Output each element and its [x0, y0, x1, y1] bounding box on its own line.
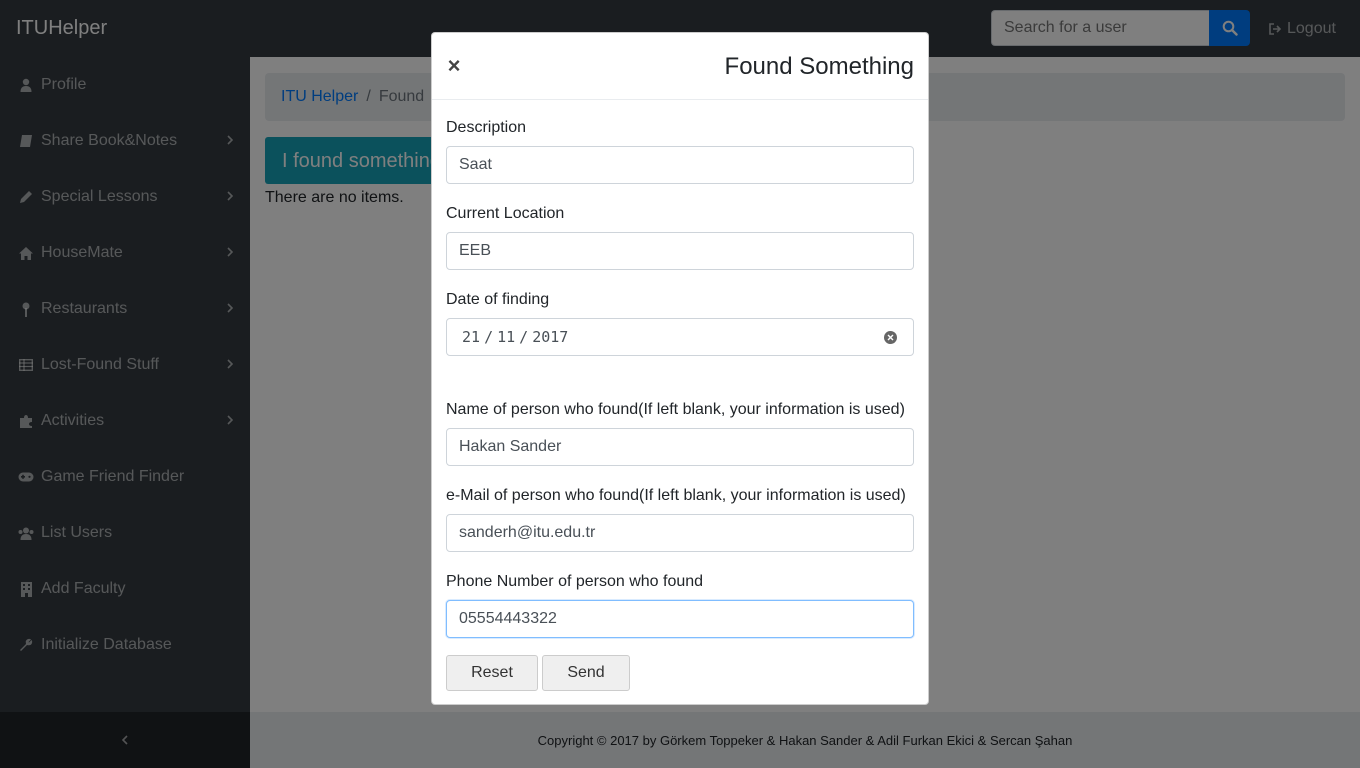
date-separator: / — [519, 328, 529, 346]
email-label: e-Mail of person who found(If left blank… — [446, 487, 906, 504]
description-field[interactable] — [446, 146, 914, 184]
date-year: 2017 — [532, 328, 569, 346]
date-day: 21 — [462, 328, 481, 346]
name-field[interactable] — [446, 428, 914, 466]
phone-label: Phone Number of person who found — [446, 573, 704, 590]
reset-button[interactable]: Reset — [446, 655, 538, 691]
description-label: Description — [446, 119, 527, 136]
date-field[interactable]: 21 / 11 / 2017 — [446, 318, 914, 356]
name-label: Name of person who found(If left blank, … — [446, 401, 905, 418]
date-separator: / — [484, 328, 494, 346]
clear-date-icon[interactable] — [884, 331, 897, 344]
email-field[interactable] — [446, 514, 914, 552]
found-something-modal: × Found Something Description Current Lo… — [431, 32, 929, 705]
modal-header: × Found Something — [432, 33, 928, 100]
location-field[interactable] — [446, 232, 914, 270]
close-button[interactable]: × — [446, 55, 462, 77]
date-label: Date of finding — [446, 291, 550, 308]
location-label: Current Location — [446, 205, 565, 222]
send-button[interactable]: Send — [542, 655, 630, 691]
modal-title: Found Something — [724, 53, 914, 80]
date-month: 11 — [497, 328, 516, 346]
phone-field[interactable] — [446, 600, 914, 638]
